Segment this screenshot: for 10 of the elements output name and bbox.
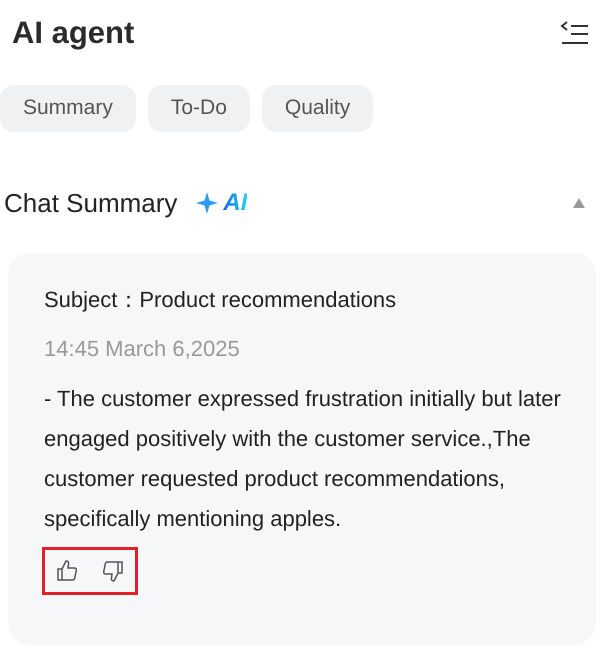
timestamp: 14:45 March 6,2025 <box>44 334 241 362</box>
sparkle-icon <box>195 191 220 215</box>
section-title: Chat Summary <box>4 186 178 220</box>
tab[interactable]: Summary <box>0 84 136 132</box>
collapse-icon[interactable] <box>572 197 586 209</box>
tab[interactable]: Quality <box>262 84 374 132</box>
tab[interactable]: To-Do <box>148 84 250 132</box>
subject-line: Subject：Product recommendations <box>44 286 398 314</box>
panel-title: AI agent <box>12 14 134 52</box>
summary-text: - The customer expressed frustration initially but later engaged positively with the customer service.,The customer requested product recommendations, specifically mentioning apples. <box>44 384 562 533</box>
